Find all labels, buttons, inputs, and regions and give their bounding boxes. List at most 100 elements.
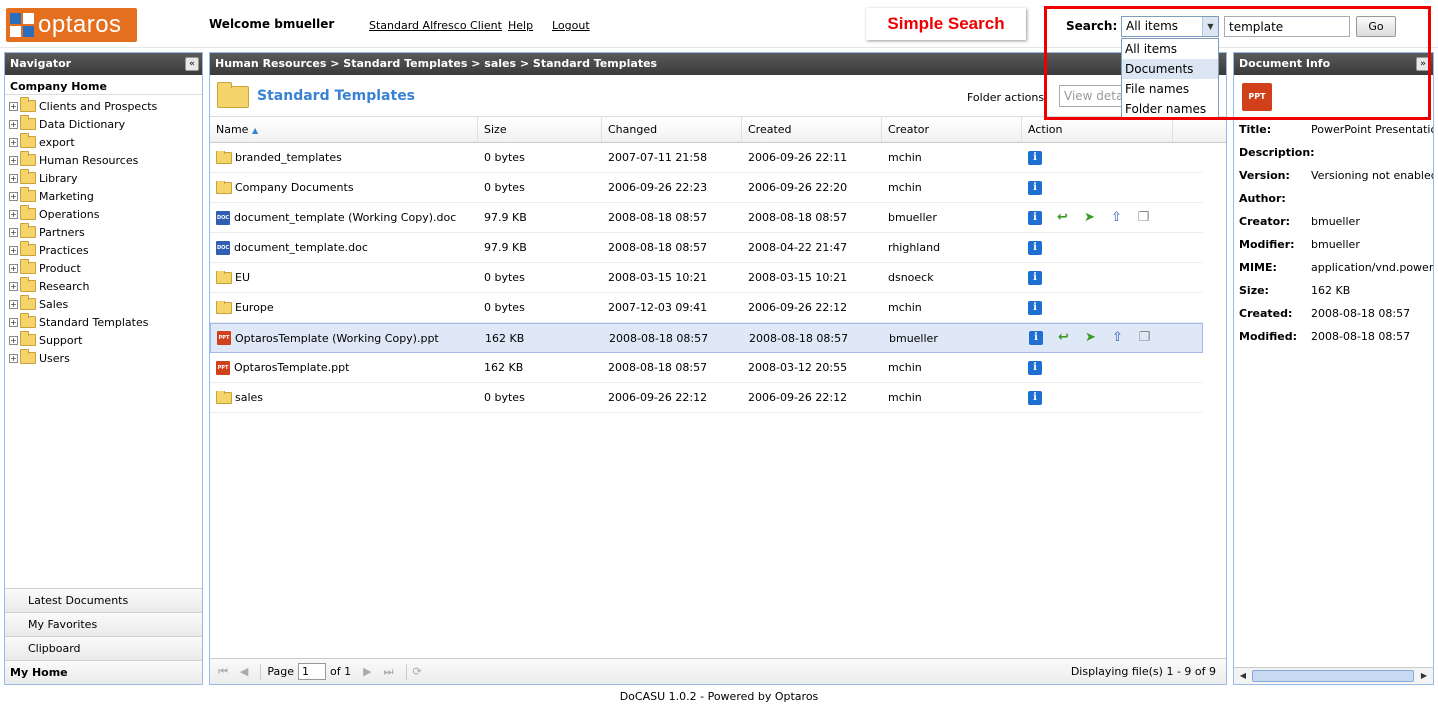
info-icon[interactable]: i bbox=[1028, 180, 1042, 195]
right-splitter[interactable] bbox=[1227, 52, 1232, 685]
info-icon[interactable]: i bbox=[1028, 150, 1042, 165]
expand-icon[interactable]: + bbox=[9, 335, 18, 345]
scrollbar-thumb[interactable] bbox=[1252, 670, 1414, 682]
cell-name[interactable]: branded_templates bbox=[210, 151, 478, 164]
column-created[interactable]: Created bbox=[742, 117, 882, 142]
cell-name[interactable]: PPT OptarosTemplate.ppt bbox=[210, 360, 478, 375]
table-row[interactable]: branded_templates 0 bytes 2007-07-11 21:58… bbox=[210, 143, 1203, 173]
info-icon[interactable]: i bbox=[1028, 210, 1042, 225]
my-home-tab[interactable]: My Home bbox=[5, 660, 202, 684]
info-icon[interactable]: i bbox=[1028, 270, 1042, 285]
update-icon[interactable]: ⇧ bbox=[1109, 331, 1126, 345]
tree-item[interactable]: + Human Resources bbox=[5, 151, 202, 169]
column-changed[interactable]: Changed bbox=[602, 117, 742, 142]
next-page-icon[interactable]: ▶ bbox=[363, 665, 371, 678]
cell-name[interactable]: Europe bbox=[210, 301, 478, 314]
tree-item[interactable]: + Data Dictionary bbox=[5, 115, 202, 133]
cell-name[interactable]: Company Documents bbox=[210, 181, 478, 194]
column-creator[interactable]: Creator bbox=[882, 117, 1022, 142]
expand-icon[interactable]: + bbox=[9, 209, 18, 219]
tree-item[interactable]: + Support bbox=[5, 331, 202, 349]
clipboard-tab[interactable]: Clipboard bbox=[5, 636, 202, 660]
expand-icon[interactable]: + bbox=[9, 227, 18, 237]
tree-item[interactable]: + Product bbox=[5, 259, 202, 277]
expand-icon[interactable]: + bbox=[9, 299, 18, 309]
cell-name[interactable]: PPT OptarosTemplate (Working Copy).ppt bbox=[211, 331, 479, 345]
scope-option-documents[interactable]: Documents bbox=[1122, 59, 1218, 79]
collapse-left-icon[interactable]: « bbox=[185, 57, 199, 71]
table-row[interactable]: DOC document_template (Working Copy).doc 9… bbox=[210, 203, 1203, 233]
table-row[interactable]: Europe 0 bytes 2007-12-03 09:41 2006-09-26 … bbox=[210, 293, 1203, 323]
cancel-checkout-icon[interactable]: ➤ bbox=[1081, 211, 1098, 225]
copy-icon[interactable]: ❐ bbox=[1136, 331, 1153, 345]
cell-name[interactable]: DOC document_template (Working Copy).doc bbox=[210, 210, 478, 225]
scope-option-file-names[interactable]: File names bbox=[1122, 79, 1218, 99]
tree-item[interactable]: + Clients and Prospects bbox=[5, 97, 202, 115]
expand-icon[interactable]: + bbox=[9, 263, 18, 273]
tree-item[interactable]: + Marketing bbox=[5, 187, 202, 205]
breadcrumb[interactable]: Human Resources > Standard Templates > s… bbox=[215, 57, 657, 70]
tree-item[interactable]: + Operations bbox=[5, 205, 202, 223]
cell-name[interactable]: sales bbox=[210, 391, 478, 404]
checkin-icon[interactable]: ↩ bbox=[1054, 211, 1071, 225]
table-row[interactable]: PPT OptarosTemplate.ppt 162 KB 2008-08-18 0… bbox=[210, 353, 1203, 383]
update-icon[interactable]: ⇧ bbox=[1108, 211, 1125, 225]
expand-icon[interactable]: + bbox=[9, 119, 18, 129]
first-page-icon[interactable]: ⏮ bbox=[218, 665, 228, 679]
copy-icon[interactable]: ❐ bbox=[1135, 211, 1152, 225]
table-row[interactable]: PPT OptarosTemplate (Working Copy).ppt 162… bbox=[210, 323, 1203, 353]
horizontal-scrollbar[interactable]: ◀ ▶ bbox=[1234, 667, 1433, 684]
table-row[interactable]: DOC document_template.doc 97.9 KB 2008-08-1… bbox=[210, 233, 1203, 263]
expand-icon[interactable]: + bbox=[9, 191, 18, 201]
search-input[interactable] bbox=[1224, 16, 1350, 37]
scroll-right-icon[interactable]: ▶ bbox=[1417, 670, 1431, 682]
column-size[interactable]: Size bbox=[478, 117, 602, 142]
help-link[interactable]: Help bbox=[508, 19, 533, 32]
cell-name[interactable]: DOC document_template.doc bbox=[210, 240, 478, 255]
info-icon[interactable]: i bbox=[1028, 390, 1042, 405]
last-page-icon[interactable]: ⏭ bbox=[384, 665, 394, 679]
expand-icon[interactable]: + bbox=[9, 155, 18, 165]
left-splitter[interactable] bbox=[203, 52, 208, 685]
tree-item[interactable]: + Practices bbox=[5, 241, 202, 259]
expand-icon[interactable]: + bbox=[9, 173, 18, 183]
my-favorites-tab[interactable]: My Favorites bbox=[5, 612, 202, 636]
expand-icon[interactable]: + bbox=[9, 245, 18, 255]
scope-option-all-items[interactable]: All items bbox=[1122, 39, 1218, 59]
table-row[interactable]: EU 0 bytes 2008-03-15 10:21 2008-03-15 10:2… bbox=[210, 263, 1203, 293]
tree-root-company-home[interactable]: Company Home bbox=[5, 75, 202, 95]
expand-icon[interactable]: + bbox=[9, 137, 18, 147]
tree-item[interactable]: + Library bbox=[5, 169, 202, 187]
optaros-logo[interactable]: optaros bbox=[6, 8, 137, 42]
info-icon[interactable]: i bbox=[1029, 331, 1043, 345]
expand-icon[interactable]: + bbox=[9, 101, 18, 111]
info-icon[interactable]: i bbox=[1028, 240, 1042, 255]
checkin-icon[interactable]: ↩ bbox=[1055, 331, 1072, 345]
search-scope-select[interactable]: All items ▼ bbox=[1121, 16, 1219, 37]
info-icon[interactable]: i bbox=[1028, 300, 1042, 315]
scroll-left-icon[interactable]: ◀ bbox=[1236, 670, 1250, 682]
cancel-checkout-icon[interactable]: ➤ bbox=[1082, 331, 1099, 345]
cell-name[interactable]: EU bbox=[210, 271, 478, 284]
refresh-icon[interactable]: ⟳ bbox=[413, 665, 422, 678]
tree-item[interactable]: + Users bbox=[5, 349, 202, 367]
scope-option-folder-names[interactable]: Folder names bbox=[1122, 99, 1218, 119]
latest-documents-tab[interactable]: Latest Documents bbox=[5, 588, 202, 612]
collapse-right-icon[interactable]: » bbox=[1416, 57, 1430, 71]
tree-item[interactable]: + Partners bbox=[5, 223, 202, 241]
folder-actions-select[interactable]: View deta bbox=[1059, 85, 1123, 107]
tree-item[interactable]: + Sales bbox=[5, 295, 202, 313]
expand-icon[interactable]: + bbox=[9, 281, 18, 291]
tree-item[interactable]: + Standard Templates bbox=[5, 313, 202, 331]
logout-link[interactable]: Logout bbox=[552, 19, 590, 32]
standard-client-link[interactable]: Standard Alfresco Client bbox=[369, 19, 502, 32]
prev-page-icon[interactable]: ◀ bbox=[240, 665, 248, 678]
chevron-down-icon[interactable]: ▼ bbox=[1202, 17, 1218, 36]
tree-item[interactable]: + Research bbox=[5, 277, 202, 295]
table-row[interactable]: sales 0 bytes 2006-09-26 22:12 2006-09-26 2… bbox=[210, 383, 1203, 413]
expand-icon[interactable]: + bbox=[9, 317, 18, 327]
go-button[interactable]: Go bbox=[1356, 16, 1396, 37]
expand-icon[interactable]: + bbox=[9, 353, 18, 363]
page-number-input[interactable]: 1 bbox=[298, 663, 327, 680]
table-row[interactable]: Company Documents 0 bytes 2006-09-26 22:23… bbox=[210, 173, 1203, 203]
